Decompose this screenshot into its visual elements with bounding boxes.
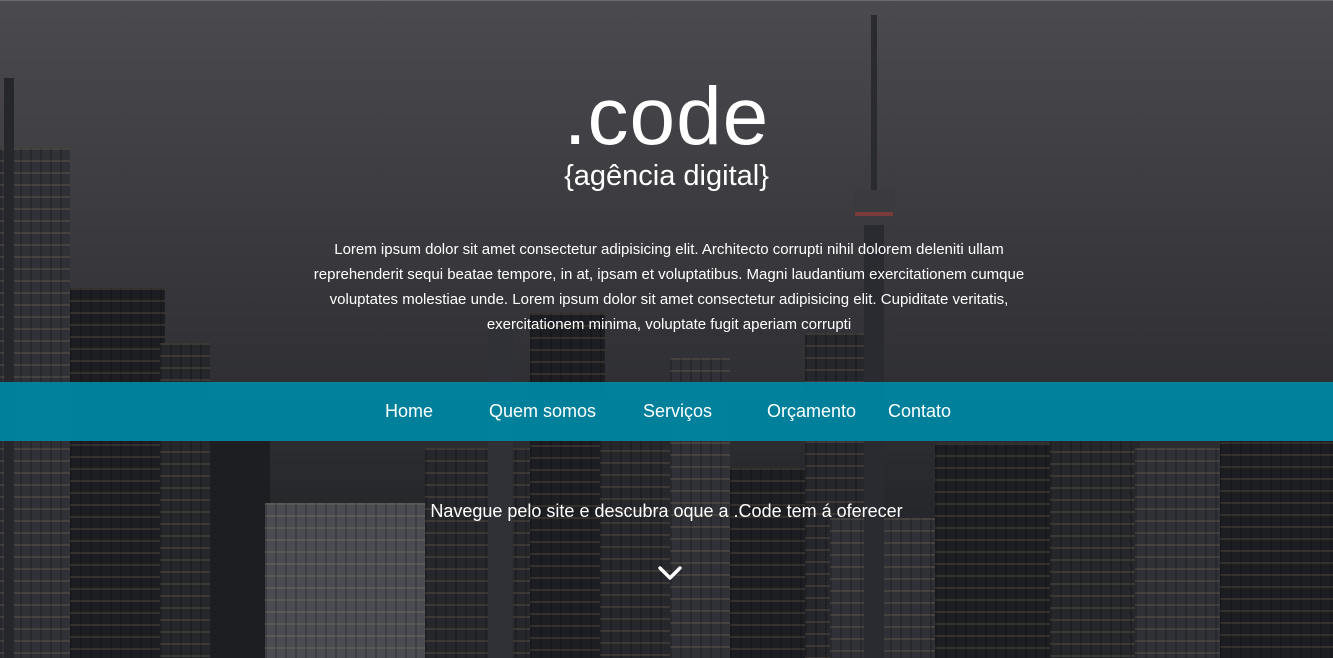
chevron-down-icon[interactable]: [656, 562, 684, 584]
tower-ring: [855, 212, 893, 216]
nav-item-quem-somos[interactable]: Quem somos: [489, 382, 596, 441]
brand-logo: .code: [563, 71, 770, 162]
nav-item-orcamento[interactable]: Orçamento: [767, 382, 856, 441]
building: [1220, 418, 1333, 658]
nav-item-contato[interactable]: Contato: [888, 382, 951, 441]
main-navigation: Home Quem somos Serviços Orçamento Conta…: [0, 382, 1333, 441]
nav-item-home[interactable]: Home: [385, 382, 433, 441]
building: [935, 443, 1055, 658]
brand-tagline: {agência digital}: [564, 160, 769, 192]
building: [210, 428, 270, 658]
building: [1050, 403, 1140, 658]
building: [600, 438, 670, 658]
nav-item-servicos[interactable]: Serviços: [643, 382, 712, 441]
building: [830, 518, 940, 658]
building: [488, 328, 513, 658]
building: [265, 503, 425, 658]
chevron-down-icon-svg: [658, 566, 682, 580]
intro-paragraph: Lorem ipsum dolor sit amet consectetur a…: [313, 241, 1025, 333]
building: [425, 448, 535, 658]
building: [1135, 448, 1225, 658]
top-border: [0, 0, 1333, 1]
building: [530, 313, 605, 658]
tower-pod: [853, 190, 895, 226]
building: [70, 288, 165, 658]
cta-text: Navegue pelo site e descubra oque a .Cod…: [430, 501, 903, 521]
